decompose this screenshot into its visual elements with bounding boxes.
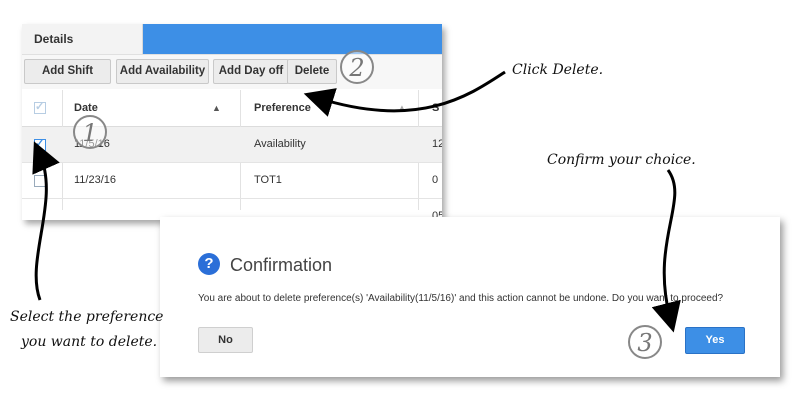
callout-click-delete: Click Delete. (512, 62, 604, 78)
callout-select-line1: Select the preference (10, 309, 164, 325)
arrow-to-yes (651, 169, 681, 333)
callout-select-line2: you want to delete. (21, 334, 158, 350)
arrow-to-delete (303, 70, 506, 117)
annotation-arrows (32, 70, 681, 333)
callout-confirm: Confirm your choice. (547, 152, 696, 168)
arrow-to-checkbox (32, 141, 60, 301)
